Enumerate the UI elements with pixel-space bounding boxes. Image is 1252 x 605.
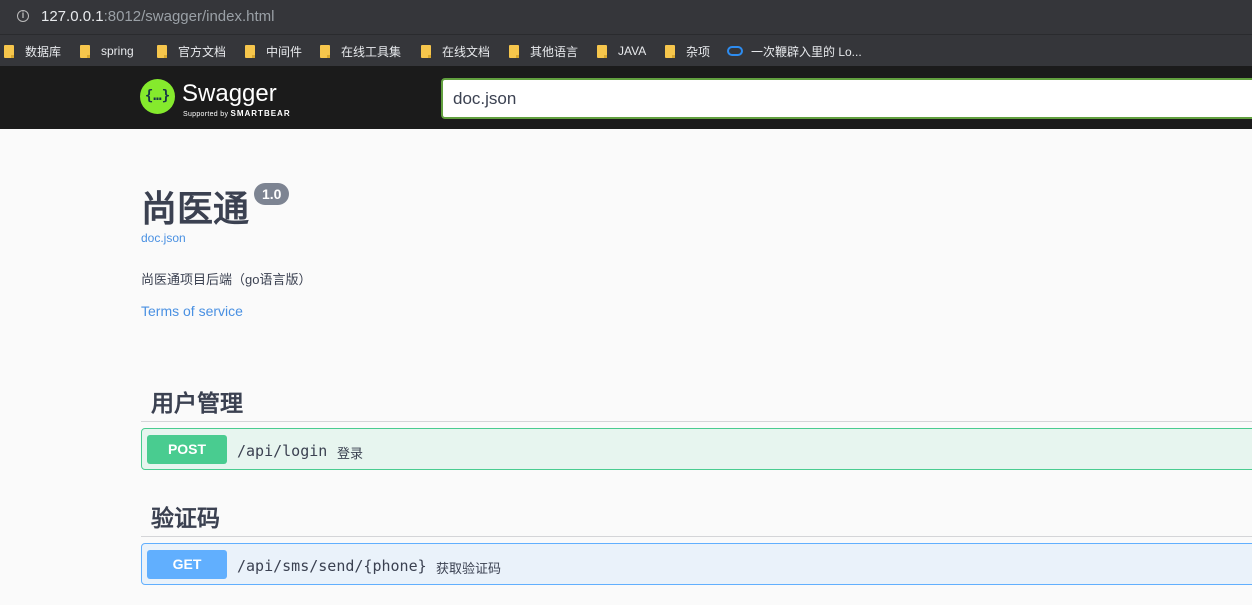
operation-block[interactable]: GET /api/sms/send/{phone} 获取验证码 <box>141 543 1252 585</box>
url-text[interactable]: 127.0.0.1:8012/swagger/index.html <box>41 8 275 25</box>
method-badge: GET <box>147 550 227 579</box>
operation-summary: 获取验证码 <box>436 561 502 576</box>
terms-of-service-link[interactable]: Terms of service <box>141 303 243 319</box>
folder-icon <box>157 44 167 58</box>
spec-url-input[interactable] <box>441 78 1252 119</box>
bookmark-item[interactable]: 在线工具集 <box>320 43 401 59</box>
version-badge: 1.0 <box>254 183 290 205</box>
api-title: 尚医通 <box>141 188 250 229</box>
operation-path: /api/login <box>237 442 328 460</box>
spec-link[interactable]: doc.json <box>141 231 186 245</box>
swagger-logo-text[interactable]: Swagger <box>182 80 277 108</box>
bookmarks-bar: 数据库 spring 官方文档 中间件 在线工具集 在线文档 其他语言 JAVA… <box>0 34 1252 67</box>
folder-icon <box>509 44 519 58</box>
bookmark-item[interactable]: 数据库 <box>4 43 61 59</box>
bookmark-item[interactable]: spring <box>80 43 134 59</box>
folder-icon <box>597 44 607 58</box>
bookmark-item[interactable]: 杂项 <box>665 43 710 59</box>
divider <box>141 421 1252 422</box>
browser-address-bar[interactable]: i 127.0.0.1:8012/swagger/index.html <box>0 0 1252 34</box>
bookmark-item[interactable]: 中间件 <box>245 43 302 59</box>
folder-icon <box>421 44 431 58</box>
divider <box>141 536 1252 537</box>
tag-section-title[interactable]: 验证码 <box>151 499 220 533</box>
site-info-icon[interactable]: i <box>17 10 29 22</box>
bookmark-item[interactable]: 一次鞭辟入里的 Lo... <box>727 43 862 59</box>
method-badge: POST <box>147 435 227 464</box>
folder-icon <box>320 44 330 58</box>
folder-icon <box>4 44 14 58</box>
swagger-logo-icon[interactable]: {…} <box>140 79 175 114</box>
folder-icon <box>665 44 675 58</box>
operation-path: /api/sms/send/{phone} <box>237 557 427 575</box>
bookmark-item[interactable]: 官方文档 <box>157 43 226 59</box>
swagger-logo-subtitle: Supported by SMARTBEAR <box>183 109 291 118</box>
folder-icon <box>80 44 90 58</box>
bookmark-item[interactable]: JAVA <box>597 43 646 59</box>
cloud-icon <box>727 46 743 56</box>
folder-icon <box>245 44 255 58</box>
api-description: 尚医通项目后端（go语言版） <box>141 272 312 287</box>
tag-section-title[interactable]: 用户管理 <box>151 384 243 418</box>
operation-summary: 登录 <box>337 446 364 461</box>
operation-block[interactable]: POST /api/login 登录 <box>141 428 1252 470</box>
bookmark-item[interactable]: 在线文档 <box>421 43 490 59</box>
bookmark-item[interactable]: 其他语言 <box>509 43 578 59</box>
